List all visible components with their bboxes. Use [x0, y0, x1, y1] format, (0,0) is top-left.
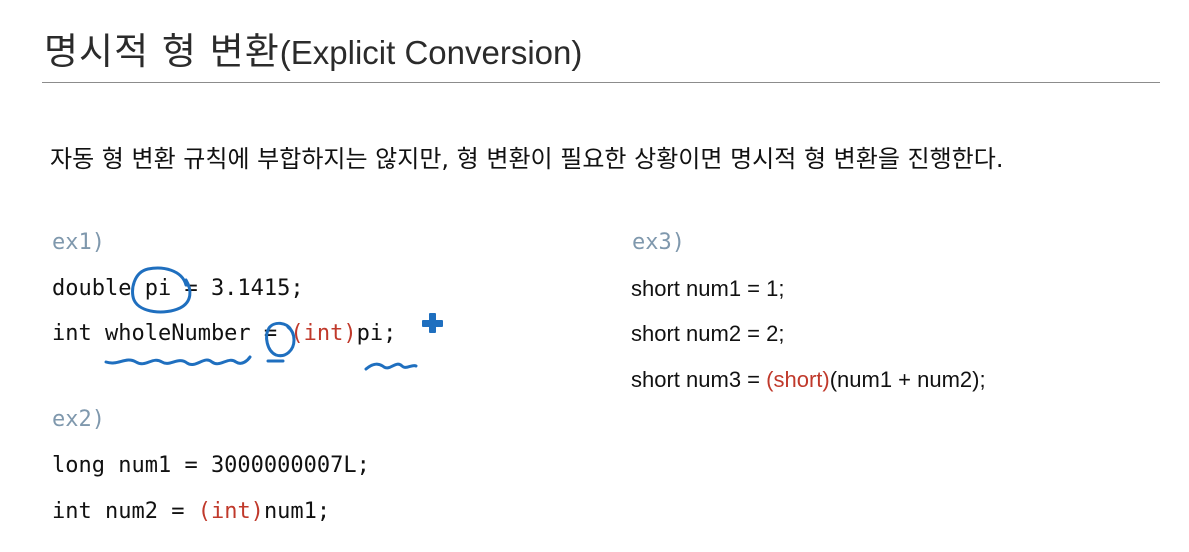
slide-title: 명시적 형 변환(Explicit Conversion)	[44, 30, 582, 75]
ex3-cast: (short)	[766, 367, 830, 392]
ex2-label: ex2)	[52, 407, 105, 432]
ex3-line3-post: (num1 + num2);	[829, 367, 986, 392]
ink-squiggle-pi	[364, 362, 418, 371]
ex3-line1: short num1 = 1;	[631, 276, 785, 301]
ex1-line2: int wholeNumber = (int)pi;	[52, 320, 396, 348]
ex3-line2: short num2 = 2;	[631, 321, 785, 346]
title-english: (Explicit Conversion)	[279, 34, 583, 71]
ex3-line3-pre: short num3 =	[631, 367, 767, 392]
ex1-label: ex1)	[52, 230, 105, 255]
title-divider	[42, 82, 1160, 83]
ex3-label: ex3)	[632, 230, 685, 255]
title-korean: 명시적 형 변환	[44, 30, 280, 73]
plus-icon	[422, 313, 443, 333]
ex3-line3: short num3 = (short)(num1 + num2);	[631, 366, 986, 394]
ex1-line2-post: pi;	[356, 321, 397, 346]
ex2-line2-post: num1;	[263, 499, 331, 524]
description-text: 자동 형 변환 규칙에 부합하지는 않지만, 형 변환이 필요한 상황이면 명시…	[50, 145, 1004, 173]
ex2-line1: long num1 = 3000000007L;	[52, 453, 370, 478]
ex2-line2: int num2 = (int)num1;	[52, 498, 330, 526]
ex2-line2-pre: int num2 =	[52, 499, 198, 524]
ex2-cast: (int)	[197, 499, 264, 524]
ex1-line2-pre: int wholeNumber =	[52, 321, 291, 346]
ex1-line1: double pi = 3.1415;	[52, 276, 304, 301]
ink-squiggle-wholenumber	[104, 355, 252, 366]
ex1-cast: (int)	[290, 321, 357, 346]
